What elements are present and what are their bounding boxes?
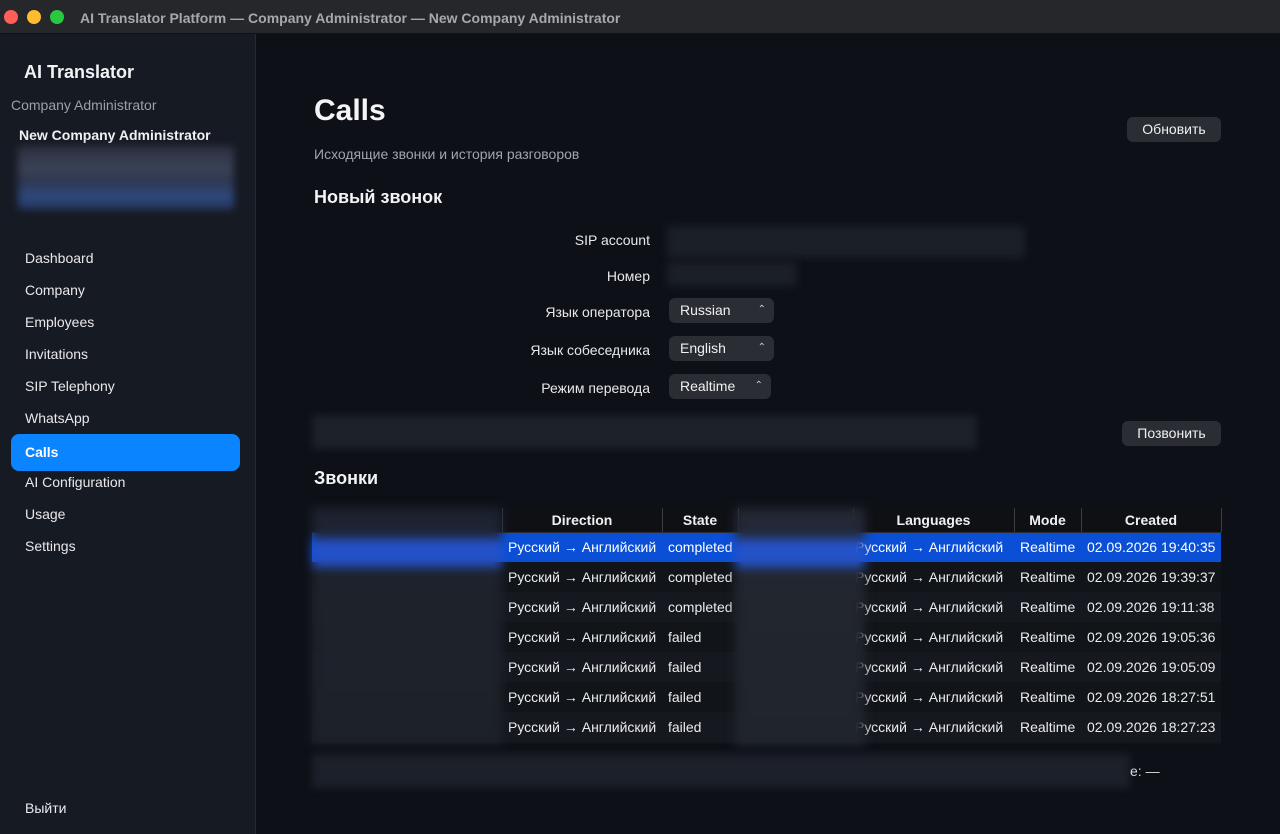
cell-mode: Realtime bbox=[1014, 712, 1081, 742]
page-title: Calls bbox=[314, 94, 386, 127]
user-name: New Company Administrator bbox=[19, 127, 211, 143]
cell-mode: Realtime bbox=[1020, 629, 1076, 645]
cell-created: 02.09.2026 19:11:38 bbox=[1081, 592, 1221, 622]
cell-created: 02.09.2026 19:05:09 bbox=[1081, 652, 1221, 682]
sip-account-label: SIP account bbox=[574, 232, 650, 248]
sidebar: AI Translator Company Administrator New … bbox=[0, 34, 256, 834]
operator-language-value: Russian bbox=[680, 302, 731, 318]
main-content: Calls Исходящие звонки и история разгово… bbox=[257, 34, 1280, 834]
new-call-section-title: Новый звонок bbox=[314, 187, 443, 207]
sidebar-item-invitations[interactable]: Invitations bbox=[11, 338, 240, 370]
cell-mode: Realtime bbox=[1020, 689, 1076, 705]
call-button[interactable]: Позвонить bbox=[1122, 421, 1221, 446]
refresh-button[interactable]: Обновить bbox=[1127, 117, 1221, 142]
cell-mode: Realtime bbox=[1020, 569, 1076, 585]
cell-state: completed bbox=[662, 532, 738, 562]
redacted-form-message bbox=[312, 415, 977, 449]
redacted-status-line bbox=[312, 754, 1130, 788]
cell-direction: Русский → Английский bbox=[508, 569, 657, 585]
cell-languages: Русский → Английский bbox=[853, 712, 1014, 742]
page-subtitle: Исходящие звонки и история разговоров bbox=[314, 146, 580, 162]
user-role: Company Administrator bbox=[11, 97, 157, 113]
stepper-chevron-icon: ⌃ bbox=[757, 342, 766, 353]
cell-mode: Realtime bbox=[1014, 532, 1081, 562]
close-window-button[interactable] bbox=[4, 10, 18, 24]
cell-languages: Русский → Английский bbox=[853, 652, 1014, 682]
cell-direction: Русский → Английский bbox=[508, 689, 657, 705]
cell-direction: Русский → Английский bbox=[502, 532, 662, 562]
minimize-window-button[interactable] bbox=[27, 10, 41, 24]
sidebar-item-ai-configuration[interactable]: AI Configuration bbox=[11, 466, 240, 498]
logout-button[interactable]: Выйти bbox=[25, 800, 66, 816]
cell-languages: Русский → Английский bbox=[855, 569, 1004, 585]
cell-languages: Русский → Английский bbox=[853, 592, 1014, 622]
cell-created: 02.09.2026 19:40:35 bbox=[1081, 532, 1221, 562]
cell-state: completed bbox=[662, 592, 738, 622]
column-header-state[interactable]: State bbox=[662, 508, 739, 533]
number-field[interactable] bbox=[667, 262, 797, 286]
window-titlebar: AI Translator Platform — Company Adminis… bbox=[0, 0, 1280, 34]
sidebar-item-employees[interactable]: Employees bbox=[11, 306, 240, 338]
zoom-window-button[interactable] bbox=[50, 10, 64, 24]
cell-direction: Русский → Английский bbox=[508, 629, 657, 645]
sidebar-item-company[interactable]: Company bbox=[11, 274, 240, 306]
column-header-direction[interactable]: Direction bbox=[502, 508, 663, 533]
column-header-languages[interactable]: Languages bbox=[853, 508, 1015, 533]
redacted-number-column bbox=[312, 508, 502, 744]
cell-mode: Realtime bbox=[1014, 592, 1081, 622]
translation-mode-value: Realtime bbox=[680, 378, 736, 394]
sip-account-field[interactable] bbox=[667, 226, 1025, 258]
cell-languages: Русский → Английский bbox=[853, 532, 1014, 562]
sidebar-item-settings[interactable]: Settings bbox=[11, 530, 240, 562]
calls-section-title: Звонки bbox=[314, 468, 379, 488]
status-line-tail: e: — bbox=[1130, 763, 1160, 779]
operator-language-select[interactable]: Russian ⌃ bbox=[669, 298, 774, 323]
cell-state: failed bbox=[662, 652, 738, 682]
stepper-chevron-icon: ⌃ bbox=[757, 304, 766, 315]
cell-created: 02.09.2026 18:27:51 bbox=[1087, 689, 1216, 705]
cell-state: completed bbox=[668, 569, 733, 585]
app-title: AI Translator bbox=[24, 62, 135, 82]
cell-direction: Русский → Английский bbox=[502, 712, 662, 742]
interlocutor-language-label: Язык собеседника bbox=[530, 342, 650, 358]
column-header-mode[interactable]: Mode bbox=[1014, 508, 1082, 533]
translation-mode-select[interactable]: Realtime ⌃ bbox=[669, 374, 771, 399]
interlocutor-language-select[interactable]: English ⌃ bbox=[669, 336, 774, 361]
cell-state: failed bbox=[662, 712, 738, 742]
sidebar-nav: Dashboard Company Employees Invitations SIP … bbox=[11, 242, 240, 562]
sidebar-item-usage[interactable]: Usage bbox=[11, 498, 240, 530]
window-title: AI Translator Platform — Company Adminis… bbox=[80, 10, 621, 26]
translation-mode-label: Режим перевода bbox=[541, 380, 650, 396]
number-label: Номер bbox=[606, 268, 650, 284]
operator-language-label: Язык оператора bbox=[545, 304, 650, 320]
cell-direction: Русский → Английский bbox=[502, 592, 662, 622]
column-header-created[interactable]: Created bbox=[1081, 508, 1222, 533]
cell-direction: Русский → Английский bbox=[502, 652, 662, 682]
sidebar-item-dashboard[interactable]: Dashboard bbox=[11, 242, 240, 274]
sidebar-item-whatsapp[interactable]: WhatsApp bbox=[11, 402, 240, 434]
cell-mode: Realtime bbox=[1014, 652, 1081, 682]
redacted-sip-column bbox=[735, 508, 865, 746]
cell-state: failed bbox=[668, 629, 702, 645]
redacted-user-details bbox=[18, 146, 234, 210]
cell-created: 02.09.2026 18:27:23 bbox=[1081, 712, 1221, 742]
cell-languages: Русский → Английский bbox=[855, 689, 1004, 705]
sidebar-item-sip-telephony[interactable]: SIP Telephony bbox=[11, 370, 240, 402]
cell-created: 02.09.2026 19:05:36 bbox=[1087, 629, 1216, 645]
cell-languages: Русский → Английский bbox=[855, 629, 1004, 645]
cell-created: 02.09.2026 19:39:37 bbox=[1087, 569, 1216, 585]
stepper-chevron-icon: ⌃ bbox=[754, 380, 763, 391]
cell-state: failed bbox=[668, 689, 702, 705]
interlocutor-language-value: English bbox=[680, 340, 726, 356]
